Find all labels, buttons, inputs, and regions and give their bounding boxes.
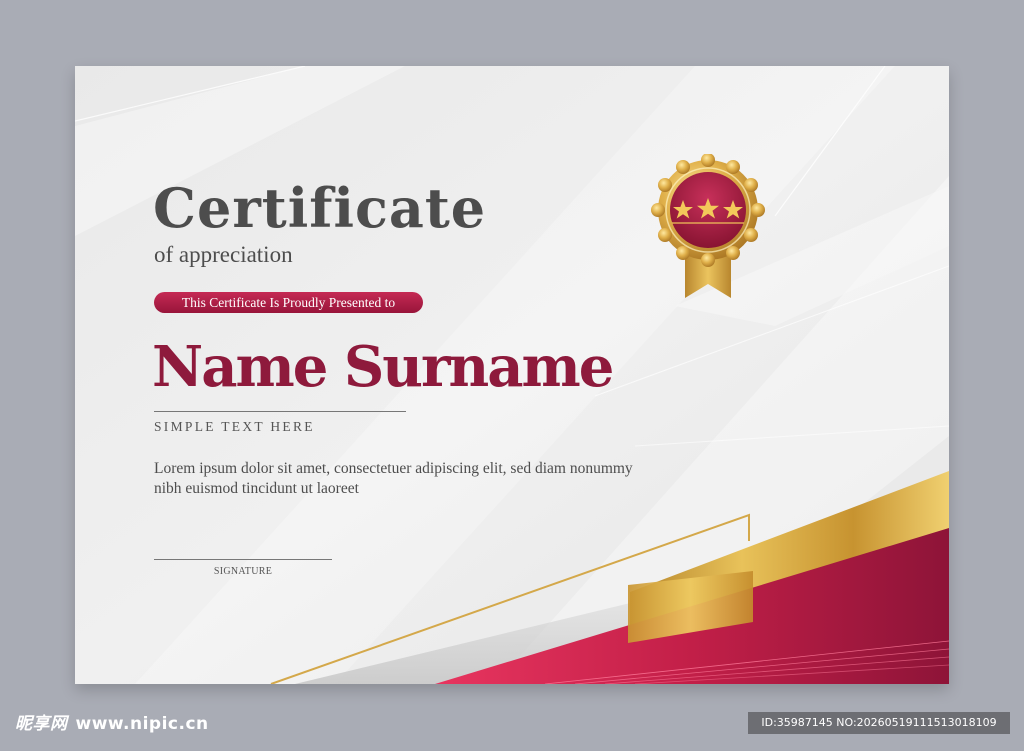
signature-line [154, 559, 332, 560]
watermark-image-id: ID:35987145 NO:20260519111513018109 [748, 712, 1010, 734]
watermark-logo: 昵享网 www.nipic.cn [15, 712, 209, 736]
tagline: SIMPLE TEXT HERE [154, 419, 315, 434]
certificate: Certificate of appreciation This Certifi… [75, 66, 949, 684]
signature-label: SIGNATURE [213, 566, 273, 577]
watermark-site-url: www.nipic.cn [75, 714, 209, 734]
recipient-name: Name Surname [152, 334, 614, 400]
body-text: Lorem ipsum dolor sit amet, consectetuer… [154, 460, 633, 497]
watermark-site-name: 昵享网 [15, 714, 68, 734]
award-seal-icon [650, 154, 766, 300]
certificate-subtitle: of appreciation [154, 242, 293, 267]
presented-to-banner: This Certificate Is Proudly Presented to [154, 292, 423, 313]
name-underline [154, 411, 406, 412]
certificate-title: Certificate [153, 176, 487, 240]
